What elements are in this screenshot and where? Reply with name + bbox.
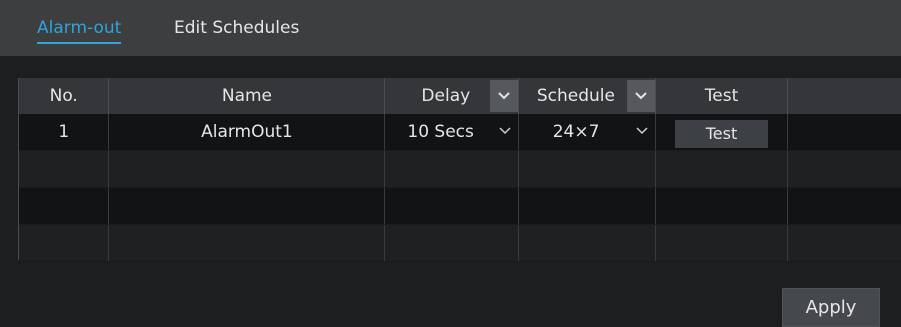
column-header-delay: Delay (384, 78, 519, 114)
cell-test (655, 224, 788, 262)
column-header-test: Test (655, 78, 788, 114)
chevron-down-icon (636, 127, 648, 135)
table-row (19, 187, 901, 225)
delay-select[interactable]: 10 Secs (384, 114, 519, 151)
chevron-down-icon (498, 92, 510, 100)
column-header-name: Name (108, 78, 386, 114)
cell-schedule (518, 224, 657, 262)
cell-schedule (518, 150, 657, 188)
column-header-schedule: Schedule (518, 78, 657, 114)
cell-no (19, 150, 110, 188)
cell-name (108, 150, 386, 188)
delay-batch-dropdown[interactable] (489, 80, 518, 112)
tab-bar: Alarm-out Edit Schedules (0, 0, 901, 56)
chevron-down-icon (635, 92, 648, 100)
chevron-down-icon (499, 127, 511, 135)
cell-schedule (518, 187, 657, 225)
test-button[interactable]: Test (675, 120, 769, 148)
cell-delay (384, 187, 519, 225)
table-row: 1 AlarmOut1 10 Secs 24×7 Test (19, 114, 901, 151)
cell-name: AlarmOut1 (108, 114, 386, 151)
column-header-extra (787, 78, 901, 114)
cell-test (655, 187, 788, 225)
delay-value: 10 Secs (407, 122, 474, 142)
tab-edit-schedules-label: Edit Schedules (174, 18, 300, 38)
cell-delay (384, 224, 519, 262)
cell-extra (787, 187, 901, 225)
cell-name (108, 224, 386, 262)
apply-button-label: Apply (805, 297, 857, 318)
cell-test: Test (655, 114, 788, 151)
table-row (19, 224, 901, 262)
cell-no: 1 (19, 114, 110, 151)
tab-alarm-out[interactable]: Alarm-out (37, 18, 122, 44)
cell-test (655, 150, 788, 188)
schedule-select[interactable]: 24×7 (518, 114, 657, 151)
cell-extra (787, 224, 901, 262)
column-header-no: No. (19, 78, 110, 114)
schedule-batch-dropdown[interactable] (627, 80, 655, 112)
table-header-row: No. Name Delay Schedule Test (19, 78, 901, 114)
cell-extra (787, 114, 901, 151)
table-row (19, 150, 901, 188)
cell-no (19, 187, 110, 225)
cell-delay (384, 150, 519, 188)
schedule-value: 24×7 (552, 122, 600, 142)
cell-name (108, 187, 386, 225)
active-tab-underline (37, 42, 122, 44)
alarm-out-table: No. Name Delay Schedule Test 1 AlarmOut1… (18, 78, 901, 262)
cell-no (19, 224, 110, 262)
tab-edit-schedules[interactable]: Edit Schedules (174, 18, 299, 38)
tab-alarm-out-label: Alarm-out (37, 18, 122, 38)
apply-button[interactable]: Apply (782, 288, 880, 327)
cell-extra (787, 150, 901, 188)
